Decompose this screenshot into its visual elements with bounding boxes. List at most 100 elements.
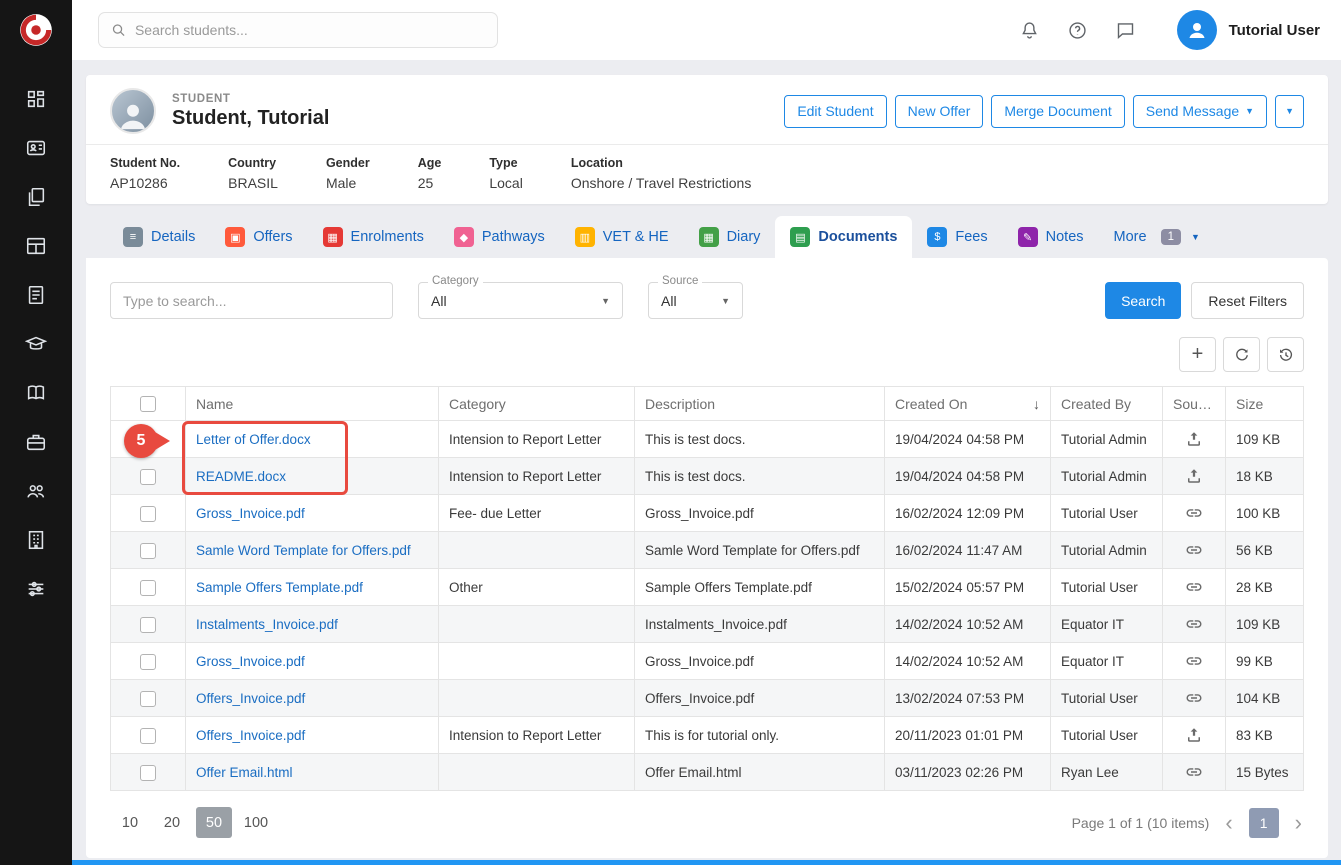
tab-pathways[interactable]: ◆Pathways bbox=[439, 216, 560, 258]
student-info-row: Student No.AP10286 CountryBRASIL GenderM… bbox=[86, 144, 1328, 204]
agents-icon[interactable] bbox=[25, 480, 47, 502]
tab-documents[interactable]: ▤Documents bbox=[775, 216, 912, 258]
tab-notes[interactable]: ✎Notes bbox=[1003, 216, 1099, 258]
file-link[interactable]: README.docx bbox=[196, 469, 286, 484]
help-icon[interactable] bbox=[1067, 19, 1089, 41]
edit-student-button[interactable]: Edit Student bbox=[784, 95, 886, 128]
library-icon[interactable] bbox=[25, 382, 47, 404]
col-created-on[interactable]: Created On↓ bbox=[885, 387, 1051, 421]
layout-icon[interactable] bbox=[25, 235, 47, 257]
refresh-button[interactable] bbox=[1223, 337, 1260, 372]
tab-enrolments[interactable]: ▦Enrolments bbox=[308, 216, 439, 258]
plus-icon: + bbox=[1192, 343, 1204, 366]
organisation-icon[interactable] bbox=[25, 529, 47, 551]
file-link[interactable]: Offer Email.html bbox=[196, 765, 293, 780]
send-message-button[interactable]: Send Message▼ bbox=[1133, 95, 1267, 128]
row-checkbox[interactable] bbox=[140, 728, 156, 744]
row-checkbox[interactable] bbox=[140, 543, 156, 559]
new-offer-button[interactable]: New Offer bbox=[895, 95, 984, 128]
tab-vet-he[interactable]: ▥VET & HE bbox=[560, 216, 684, 258]
col-created-by[interactable]: Created By bbox=[1051, 387, 1163, 421]
chevron-down-icon: ▼ bbox=[1245, 107, 1254, 116]
file-link[interactable]: Gross_Invoice.pdf bbox=[196, 654, 305, 669]
contacts-icon[interactable] bbox=[25, 137, 47, 159]
row-checkbox[interactable] bbox=[140, 469, 156, 485]
chat-icon[interactable] bbox=[1115, 19, 1137, 41]
document-search-input[interactable] bbox=[110, 282, 393, 319]
reset-filters-button[interactable]: Reset Filters bbox=[1191, 282, 1304, 319]
more-actions-dropdown-button[interactable]: ▼ bbox=[1275, 95, 1304, 128]
file-link[interactable]: Instalments_Invoice.pdf bbox=[196, 617, 338, 632]
row-checkbox[interactable] bbox=[140, 765, 156, 781]
file-link[interactable]: Offers_Invoice.pdf bbox=[196, 691, 305, 706]
invoices-icon[interactable] bbox=[25, 284, 47, 306]
category-select[interactable]: Category All ▼ bbox=[418, 282, 623, 319]
col-description[interactable]: Description bbox=[635, 387, 885, 421]
chevron-left-icon[interactable]: ‹ bbox=[1225, 812, 1232, 834]
offers-icon: ▣ bbox=[225, 227, 245, 247]
cell-size: 83 KB bbox=[1226, 717, 1304, 754]
courses-icon[interactable] bbox=[25, 333, 47, 355]
row-checkbox[interactable] bbox=[140, 580, 156, 596]
global-search[interactable] bbox=[98, 12, 498, 48]
cell-size: 18 KB bbox=[1226, 458, 1304, 495]
search-button[interactable]: Search bbox=[1105, 282, 1181, 319]
page-size-50[interactable]: 50 bbox=[196, 807, 232, 838]
pagination-summary: Page 1 of 1 (10 items) bbox=[1072, 815, 1210, 831]
info-student-no: Student No.AP10286 bbox=[110, 156, 180, 191]
page-size-100[interactable]: 100 bbox=[238, 807, 274, 838]
row-checkbox[interactable] bbox=[140, 691, 156, 707]
cell-description: This is for tutorial only. bbox=[635, 717, 885, 754]
file-link[interactable]: Letter of Offer.docx bbox=[196, 432, 311, 447]
briefcase-icon[interactable] bbox=[25, 431, 47, 453]
select-all-checkbox[interactable] bbox=[140, 396, 156, 412]
bell-icon[interactable] bbox=[1019, 19, 1041, 41]
file-link[interactable]: Offers_Invoice.pdf bbox=[196, 728, 305, 743]
fees-icon: $ bbox=[927, 227, 947, 247]
col-category[interactable]: Category bbox=[439, 387, 635, 421]
student-header-card: STUDENT Student, Tutorial Edit Student N… bbox=[86, 75, 1328, 204]
file-link[interactable]: Gross_Invoice.pdf bbox=[196, 506, 305, 521]
row-checkbox[interactable] bbox=[140, 617, 156, 633]
file-link[interactable]: Samle Word Template for Offers.pdf bbox=[196, 543, 411, 558]
col-source[interactable]: Source bbox=[1163, 387, 1226, 421]
page-size-10[interactable]: 10 bbox=[112, 807, 148, 838]
merge-document-button[interactable]: Merge Document bbox=[991, 95, 1124, 128]
app-logo[interactable] bbox=[0, 0, 72, 60]
documents-icon[interactable] bbox=[25, 186, 47, 208]
cell-created-on: 13/02/2024 07:53 PM bbox=[885, 680, 1051, 717]
file-link[interactable]: Sample Offers Template.pdf bbox=[196, 580, 363, 595]
chevron-right-icon[interactable]: › bbox=[1295, 812, 1302, 834]
add-document-button[interactable]: + bbox=[1179, 337, 1216, 372]
source-select[interactable]: Source All ▼ bbox=[648, 282, 743, 319]
documents-icon: ▤ bbox=[790, 227, 810, 247]
tab-details[interactable]: ≡Details bbox=[108, 216, 210, 258]
history-icon bbox=[1277, 346, 1295, 364]
refresh-icon bbox=[1233, 346, 1251, 364]
current-page-button[interactable]: 1 bbox=[1249, 808, 1279, 838]
filters-bar: Category All ▼ Source All ▼ Search Reset… bbox=[110, 282, 1304, 319]
user-name: Tutorial User bbox=[1229, 22, 1320, 39]
user-menu[interactable]: Tutorial User bbox=[1177, 10, 1320, 50]
col-name[interactable]: Name bbox=[186, 387, 439, 421]
col-size[interactable]: Size bbox=[1226, 387, 1304, 421]
global-search-input[interactable] bbox=[135, 22, 485, 38]
tab-offers[interactable]: ▣Offers bbox=[210, 216, 307, 258]
history-button[interactable] bbox=[1267, 337, 1304, 372]
cell-category bbox=[439, 754, 635, 791]
tab-diary[interactable]: ▦Diary bbox=[684, 216, 776, 258]
dashboard-icon[interactable] bbox=[25, 88, 47, 110]
page-size-20[interactable]: 20 bbox=[154, 807, 190, 838]
tab-more[interactable]: More1▼ bbox=[1099, 216, 1215, 258]
settings-icon[interactable] bbox=[25, 578, 47, 600]
row-checkbox[interactable] bbox=[140, 654, 156, 670]
upload-icon bbox=[1185, 727, 1203, 742]
tab-fees[interactable]: $Fees bbox=[912, 216, 1002, 258]
table-row: Gross_Invoice.pdfGross_Invoice.pdf14/02/… bbox=[111, 643, 1304, 680]
cell-created-by: Tutorial User bbox=[1051, 680, 1163, 717]
documents-panel: Category All ▼ Source All ▼ Search Reset… bbox=[86, 258, 1328, 858]
cell-size: 109 KB bbox=[1226, 421, 1304, 458]
enrolments-icon: ▦ bbox=[323, 227, 343, 247]
row-checkbox[interactable] bbox=[140, 506, 156, 522]
cell-description: Samle Word Template for Offers.pdf bbox=[635, 532, 885, 569]
